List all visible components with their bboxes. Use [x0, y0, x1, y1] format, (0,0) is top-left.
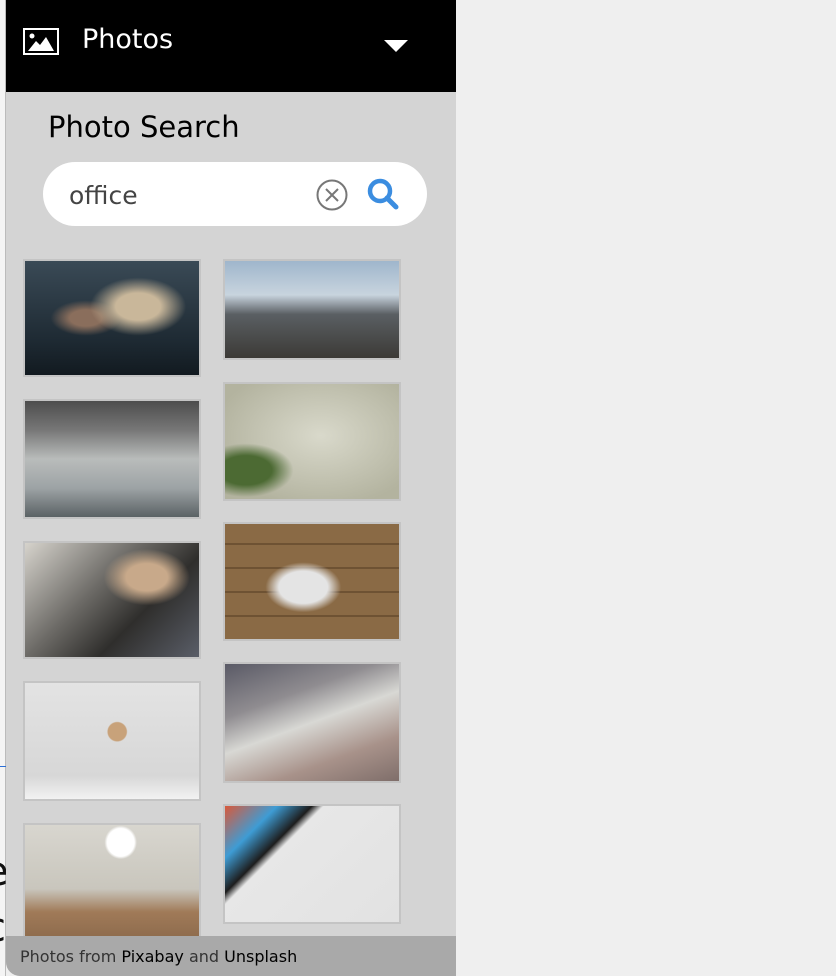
- attribution-footer: Photos from Pixabay and Unsplash: [6, 936, 456, 976]
- photo-thumbnail[interactable]: [223, 382, 401, 501]
- photo-thumbnail[interactable]: [223, 662, 401, 783]
- panel-header[interactable]: Photos: [6, 0, 456, 92]
- photo-thumbnail[interactable]: [223, 804, 401, 924]
- photo-thumbnail[interactable]: [23, 399, 201, 519]
- search-input[interactable]: [67, 176, 301, 214]
- photo-thumbnail[interactable]: [23, 541, 201, 659]
- panel-title: Photos: [82, 24, 174, 55]
- photo-thumbnail[interactable]: [23, 681, 201, 801]
- search-icon[interactable]: [366, 177, 400, 211]
- unsplash-link[interactable]: Unsplash: [224, 947, 297, 966]
- attribution-prefix: Photos from: [20, 947, 117, 966]
- photo-thumbnail[interactable]: [23, 259, 201, 377]
- clear-circle-icon[interactable]: [316, 179, 348, 211]
- caret-down-icon[interactable]: [384, 40, 408, 52]
- photo-thumbnail[interactable]: [23, 823, 201, 943]
- pixabay-link[interactable]: Pixabay: [121, 947, 183, 966]
- photo-thumbnail[interactable]: [223, 522, 401, 641]
- search-box: [43, 162, 427, 226]
- attribution-and: and: [188, 947, 220, 966]
- photo-search-title: Photo Search: [48, 110, 240, 144]
- image-icon: [23, 28, 59, 55]
- photo-thumbnail[interactable]: [223, 259, 401, 360]
- photos-panel: Photos Photo Search Photos from Pixabay …: [6, 0, 456, 976]
